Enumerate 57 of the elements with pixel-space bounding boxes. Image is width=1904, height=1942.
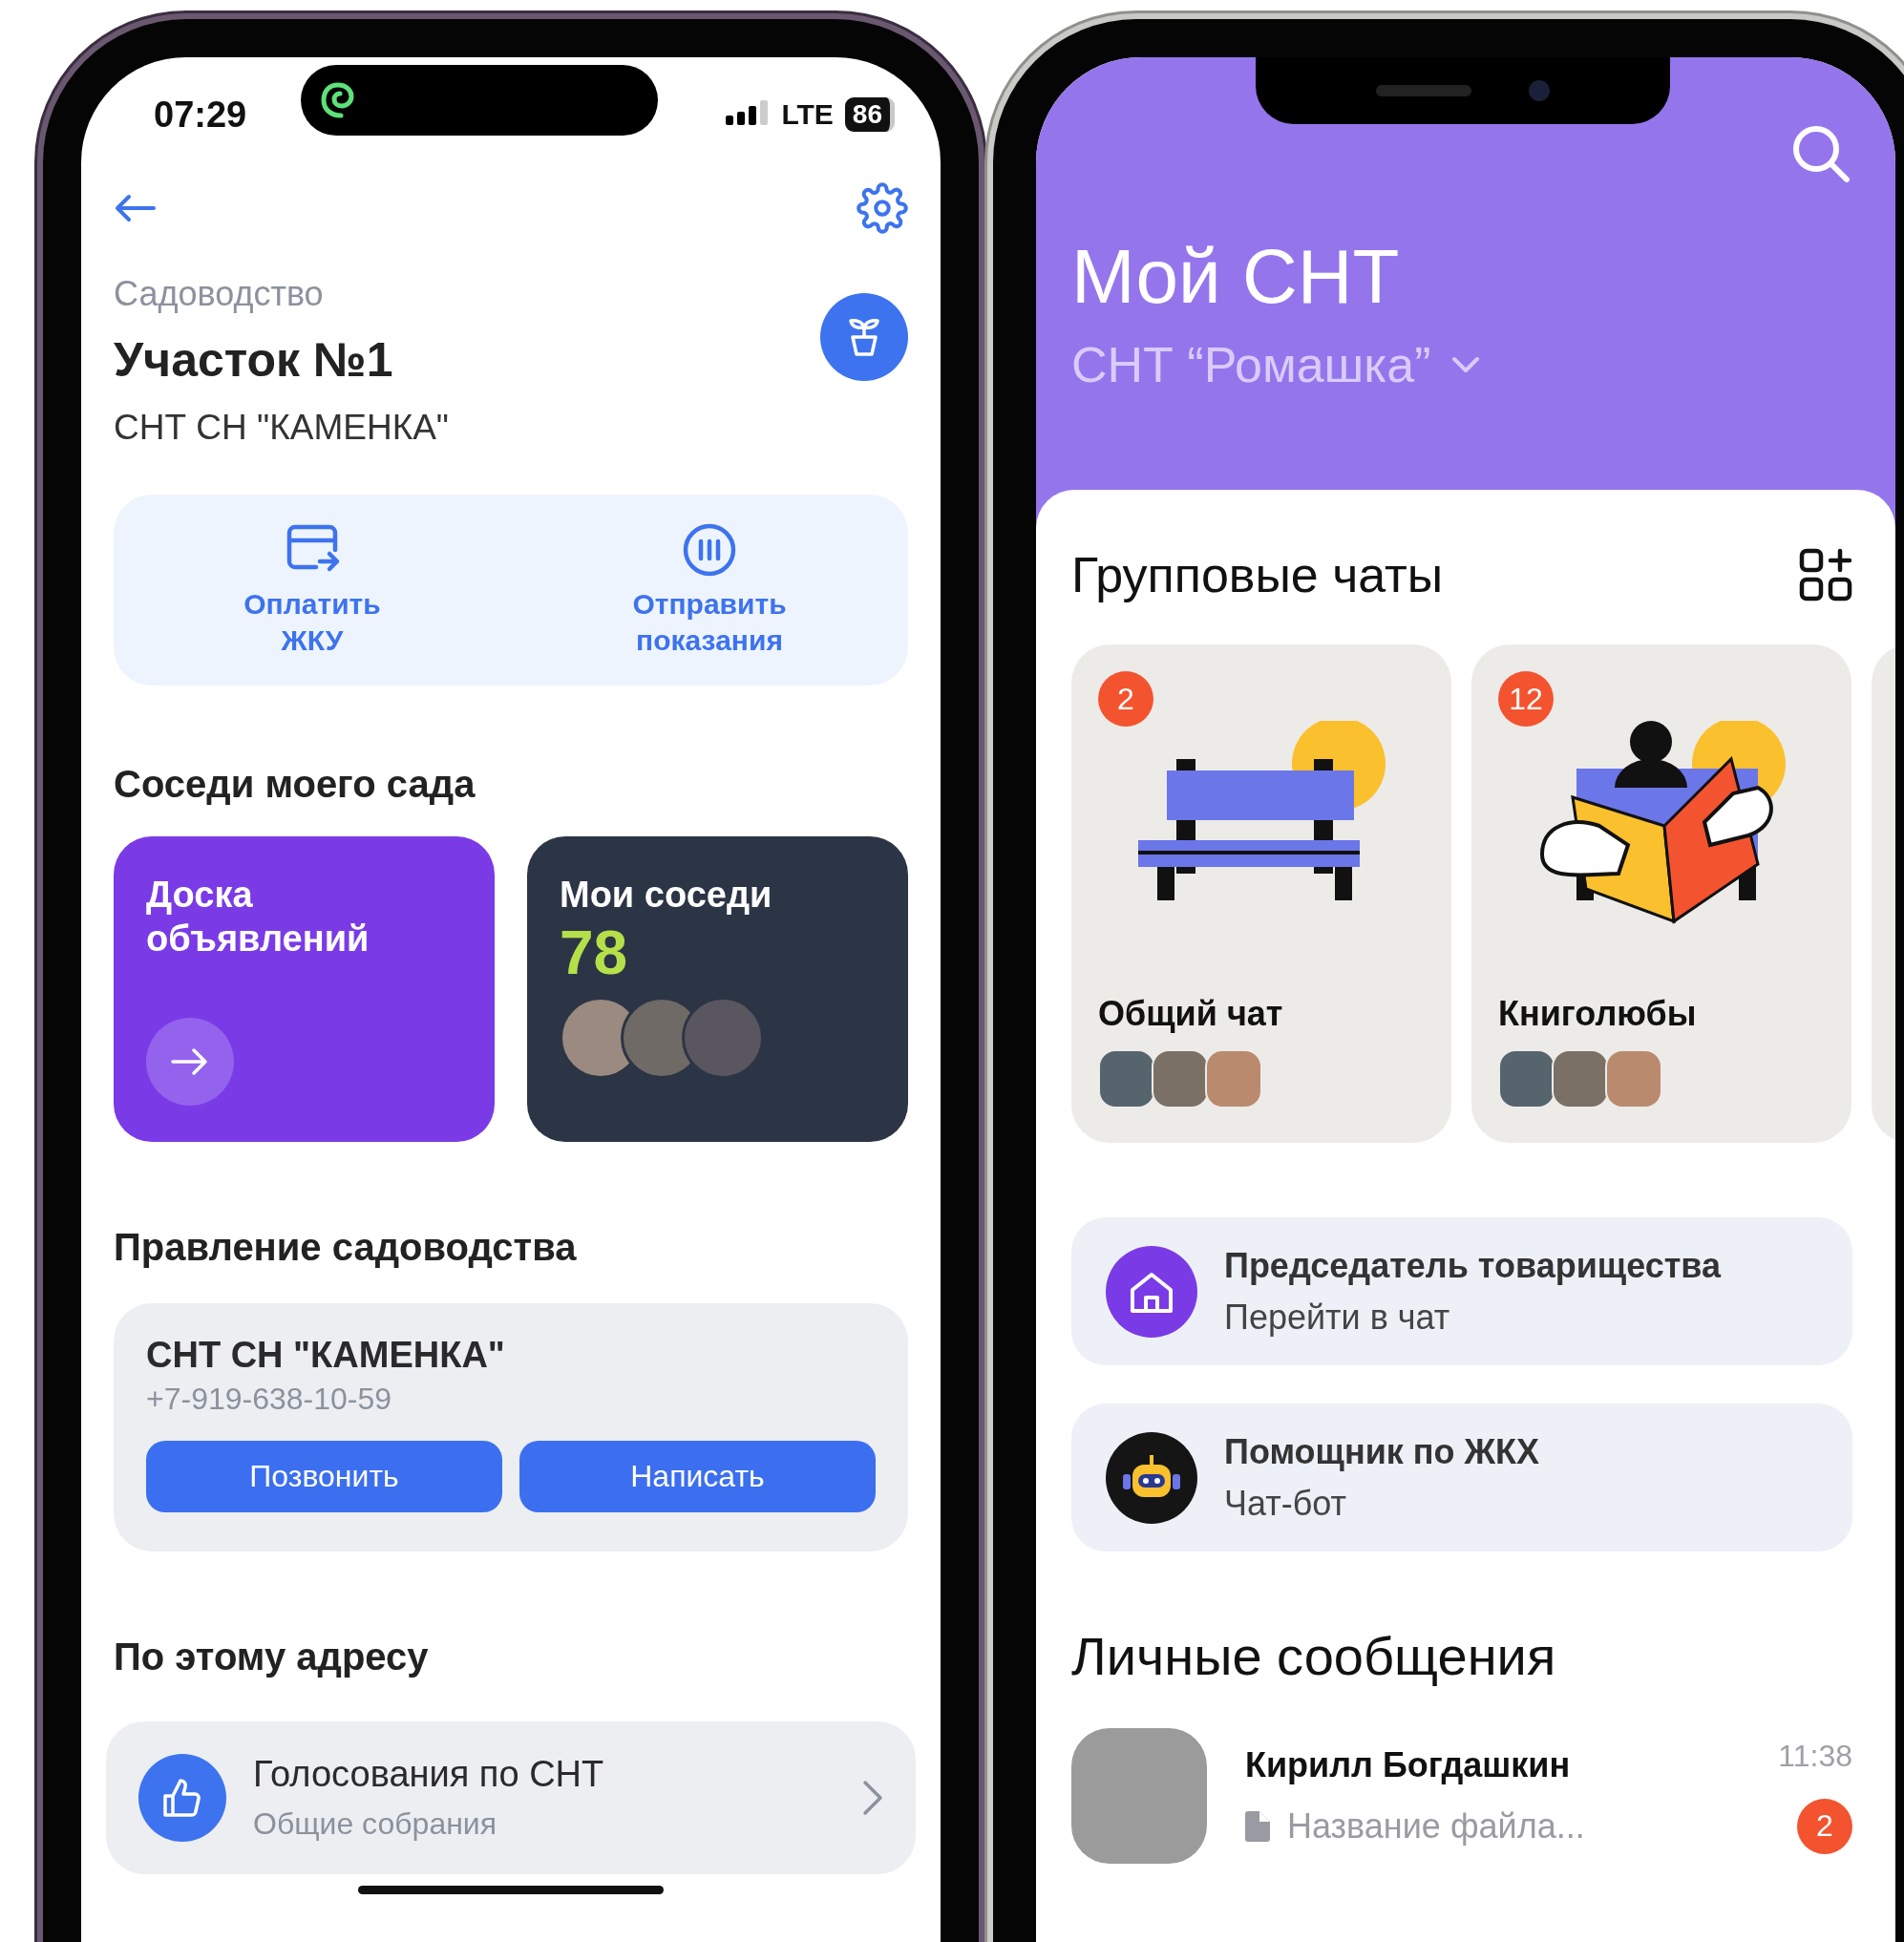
back-arrow-icon[interactable] [114,192,156,223]
phone-number: +7-919-638-10-59 [146,1381,393,1418]
category-label: Садоводство [114,273,325,315]
app-title: Мой СНТ [1071,233,1401,321]
action-button[interactable]: Позвонить [146,1441,502,1512]
card-title: Мои соседи [560,874,773,917]
section-title: Личные сообщения [1071,1626,1557,1687]
contact-name: Кирилл Богдашкин [1245,1744,1572,1786]
community-name: СНТ СН "КАМЕНКА" [114,407,449,449]
search-icon[interactable] [1791,124,1851,183]
group-chat-card[interactable]: 2 Общий чат [1071,644,1451,1143]
chat-title: Председатель товарищества [1224,1244,1722,1287]
add-grid-icon[interactable] [1799,548,1852,602]
unread-badge: 12 [1498,671,1554,727]
avatar [1605,1049,1662,1108]
quick-action[interactable]: Отправить показания [619,520,800,660]
contact-name: СНТ СН "КАМЕНКА" [146,1334,506,1377]
chevron-down-icon[interactable] [1451,356,1481,373]
quick-action[interactable]: Оплатить ЖКУ [222,520,403,660]
message-preview: Название файла... [1287,1805,1585,1847]
board-card[interactable]: Доска объявлений [114,836,495,1142]
section-title: Правление садоводства [114,1225,578,1270]
message-time: 11:38 [1778,1738,1852,1774]
chat-row[interactable]: Председатель товарищества Перейти в чат [1071,1217,1852,1365]
row-title: Голосования по СНТ [253,1753,605,1796]
chevron-right-icon [862,1780,883,1816]
arrow-right-icon [171,1047,209,1076]
unread-badge: 2 [1797,1798,1852,1854]
chat-subtitle: Перейти в чат [1224,1296,1451,1339]
neighbors-card[interactable]: Мои соседи 78 [527,836,908,1142]
chat-name: Общий чат [1098,993,1284,1035]
chat-name: Книголюбы [1498,993,1698,1035]
avatar [1098,1049,1155,1108]
row-subtitle: Общие собрания [253,1805,498,1843]
voting-row[interactable]: Голосования по СНТ Общие собрания [106,1721,916,1874]
unread-badge: 2 [1098,671,1153,727]
chat-row[interactable]: Помощник по ЖКХ Чат-бот [1071,1404,1852,1551]
settings-icon[interactable] [857,181,908,234]
avatar [1552,1049,1609,1108]
action-button[interactable]: Написать [519,1441,876,1512]
group-chat-card[interactable]: 12 Книголюбы [1471,644,1851,1143]
network-type: LTE [781,98,834,131]
section-title: Групповые чаты [1071,546,1444,604]
section-title: По этому адресу [114,1635,430,1679]
battery-level: 86 [844,97,895,132]
avatar [1205,1049,1262,1108]
plot-title: Участок №1 [114,332,394,389]
meter-icon [681,521,738,579]
avatar [1152,1049,1209,1108]
status-time: 07:29 [154,94,247,136]
chat-subtitle: Чат-бот [1224,1482,1348,1525]
chat-title: Помощник по ЖКХ [1224,1430,1540,1473]
file-icon [1245,1811,1270,1842]
card-title: Доска объявлений [146,874,370,960]
avatar [1498,1049,1555,1108]
section-title: Соседи моего сада [114,762,476,807]
neighbors-count: 78 [560,918,629,989]
